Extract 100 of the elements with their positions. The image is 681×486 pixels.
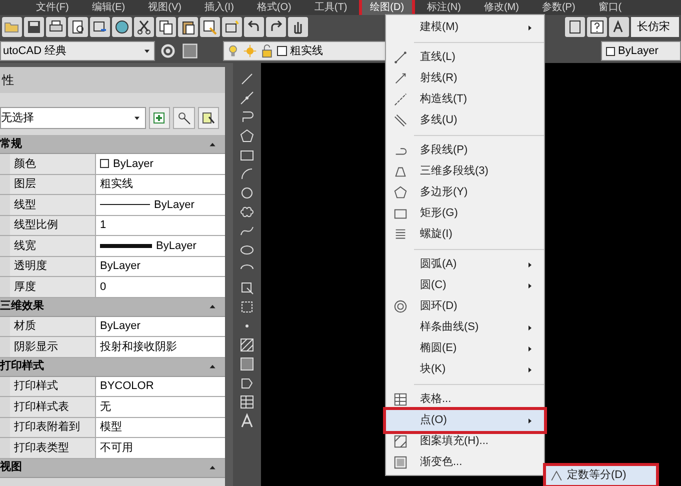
menu-item[interactable]: 修改(M) bbox=[476, 0, 527, 15]
donut-icon bbox=[392, 299, 408, 314]
construction-line-icon bbox=[392, 92, 408, 107]
property-value[interactable]: 无 bbox=[100, 398, 111, 415]
menu-item[interactable]: 渐变色... bbox=[386, 452, 544, 473]
menu-item[interactable]: 构造线(T) bbox=[386, 89, 544, 110]
property-label: 材质 bbox=[14, 319, 36, 334]
menu-item[interactable]: 多段线(P) bbox=[386, 140, 544, 161]
property-label: 线型比例 bbox=[14, 218, 58, 233]
menu-item[interactable]: 三维多段线(3) bbox=[386, 161, 544, 182]
menu-item[interactable]: 矩形(G) bbox=[386, 203, 544, 224]
preview-icon[interactable] bbox=[70, 19, 86, 35]
menu-item[interactable]: 多边形(Y) bbox=[386, 182, 544, 203]
make-block-icon[interactable] bbox=[239, 299, 255, 315]
menu-item[interactable]: 视图(V) bbox=[140, 0, 190, 15]
linetype-sample bbox=[100, 204, 150, 206]
selection-dropdown[interactable]: 无选择 bbox=[0, 107, 146, 129]
table-icon bbox=[392, 392, 408, 407]
text-style-combo[interactable]: 长仿宋 bbox=[631, 17, 679, 37]
toggle-pickadd-icon[interactable] bbox=[151, 110, 168, 126]
menu-item[interactable]: 插入(I) bbox=[196, 0, 242, 15]
menu-item[interactable]: 块(K) bbox=[386, 359, 544, 380]
property-label: 线宽 bbox=[14, 238, 36, 254]
menu-item[interactable]: 编辑(E) bbox=[84, 0, 134, 15]
select-objects-icon[interactable] bbox=[176, 110, 192, 126]
sun-icon bbox=[243, 44, 257, 58]
property-label: 阴影显示 bbox=[14, 340, 58, 354]
multiline-icon bbox=[392, 113, 408, 128]
color-swatch bbox=[100, 159, 109, 168]
menu-item[interactable]: 射线(R) bbox=[386, 68, 544, 89]
multiline-text-icon[interactable] bbox=[239, 413, 255, 429]
color-swatch bbox=[277, 46, 287, 56]
section-header[interactable]: 视图 bbox=[0, 459, 22, 476]
divide-icon bbox=[550, 469, 563, 482]
workspace-combo[interactable]: utoCAD 经典 bbox=[0, 41, 155, 61]
property-label: 图层 bbox=[14, 177, 36, 192]
menu-item[interactable]: 格式(O) bbox=[248, 0, 300, 15]
scissors-icon[interactable] bbox=[136, 19, 152, 35]
light-bulb-icon bbox=[226, 44, 240, 58]
menu-item[interactable]: 绘图(D) bbox=[362, 0, 412, 15]
hatch-icon[interactable] bbox=[239, 337, 255, 353]
collapse-arrow-icon[interactable] bbox=[208, 302, 217, 311]
menu-item[interactable]: 圆环(D) bbox=[386, 296, 544, 317]
menu-item[interactable]: 建模(M) bbox=[386, 17, 544, 38]
polygon-icon[interactable] bbox=[239, 128, 255, 144]
menu-item[interactable]: 圆(C) bbox=[386, 275, 544, 296]
match-properties-icon[interactable] bbox=[202, 19, 218, 35]
line-icon bbox=[392, 50, 408, 65]
insert-block-icon[interactable] bbox=[239, 280, 255, 296]
menu-item[interactable]: 参数(P) bbox=[534, 0, 584, 15]
menu-item[interactable]: 多线(U) bbox=[386, 110, 544, 131]
menu-item[interactable]: 样条曲线(S) bbox=[386, 317, 544, 338]
calculator-icon[interactable] bbox=[567, 19, 583, 35]
paste-icon[interactable] bbox=[180, 19, 196, 35]
property-label: 打印表附着到 bbox=[14, 420, 80, 435]
menu-item[interactable]: 椭圆(E) bbox=[386, 338, 544, 359]
section-header[interactable]: 常规 bbox=[0, 136, 22, 152]
revision-cloud-icon[interactable] bbox=[239, 204, 255, 220]
ray-icon bbox=[392, 71, 408, 86]
collapse-arrow-icon[interactable] bbox=[208, 463, 217, 472]
help-icon[interactable] bbox=[589, 19, 605, 35]
collapse-arrow-icon[interactable] bbox=[208, 362, 217, 371]
gradient-icon[interactable] bbox=[239, 356, 255, 372]
gradient-icon bbox=[392, 455, 408, 470]
menu-item[interactable]: 圆弧(A) bbox=[386, 254, 544, 275]
property-label: 厚度 bbox=[14, 280, 36, 294]
menu-item[interactable]: 定数等分(D) bbox=[546, 466, 656, 485]
palette-title: 性 bbox=[0, 67, 225, 93]
hatch-icon bbox=[392, 434, 408, 449]
padlock-icon bbox=[260, 44, 274, 58]
arc-icon[interactable] bbox=[239, 166, 255, 182]
property-label: 打印样式表 bbox=[14, 400, 69, 414]
circle-icon[interactable] bbox=[239, 185, 255, 201]
quick-select-icon[interactable] bbox=[200, 110, 216, 126]
property-label: 打印样式 bbox=[14, 379, 58, 394]
construction-line-icon[interactable] bbox=[239, 90, 255, 106]
property-value[interactable]: 0 bbox=[100, 278, 106, 295]
menu-item[interactable]: 图案填充(H)... bbox=[386, 431, 544, 452]
save-icon[interactable] bbox=[26, 19, 42, 35]
polygon-icon bbox=[392, 185, 408, 200]
property-value[interactable]: 1 bbox=[100, 217, 106, 234]
menu-item[interactable]: 文件(F) bbox=[28, 0, 77, 15]
menu-item[interactable]: 工具(T) bbox=[306, 0, 356, 15]
menu-item[interactable]: 表格... bbox=[386, 389, 544, 410]
menu-item[interactable]: 点(O) bbox=[386, 410, 544, 431]
color-combo[interactable]: ByLayer bbox=[601, 41, 681, 61]
menu-item[interactable]: 标注(N) bbox=[419, 0, 469, 15]
copy-icon[interactable] bbox=[158, 19, 174, 35]
block-editor-icon[interactable] bbox=[224, 19, 240, 35]
section-header[interactable]: 打印样式 bbox=[0, 358, 44, 375]
color-swatch bbox=[606, 46, 615, 56]
gear-icon[interactable] bbox=[159, 42, 177, 60]
menu-item[interactable]: 螺旋(I) bbox=[386, 224, 544, 245]
property-value[interactable]: 模型 bbox=[100, 419, 122, 436]
line-icon[interactable] bbox=[239, 71, 255, 87]
table-icon[interactable] bbox=[239, 394, 255, 410]
layer-name: 粗实线 bbox=[290, 44, 323, 59]
section-header[interactable]: 三维效果 bbox=[0, 298, 44, 315]
property-label: 透明度 bbox=[14, 258, 47, 274]
menu-item[interactable]: 窗口( bbox=[590, 0, 630, 15]
